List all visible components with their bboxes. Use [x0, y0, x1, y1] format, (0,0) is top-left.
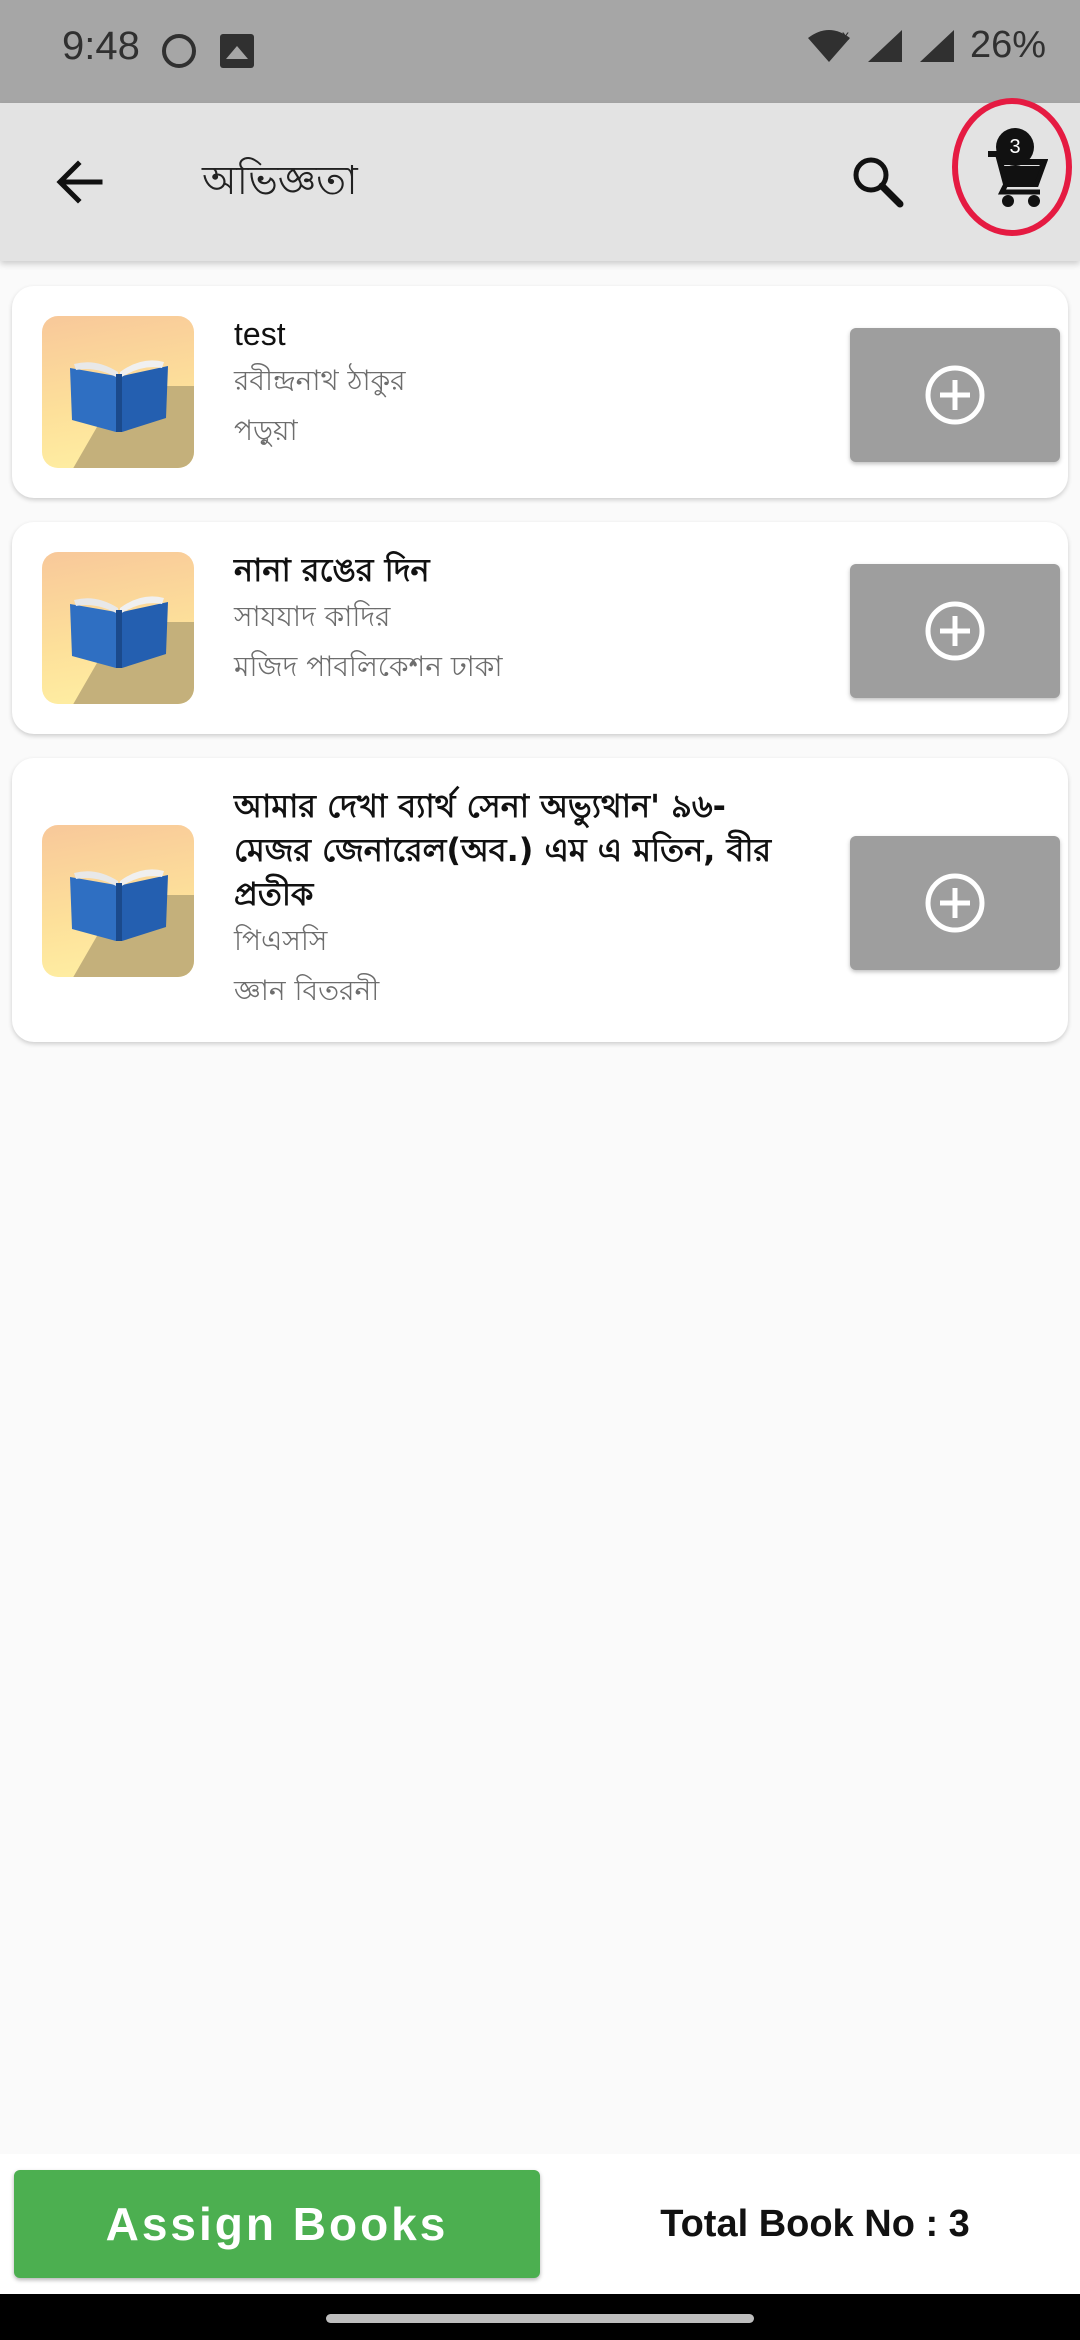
book-info: আমার দেখা ব্যার্থ সেনা অভ্যুথান' ৯৬- মেজ… [234, 784, 808, 1016]
assign-books-button[interactable]: Assign Books [14, 2170, 540, 2278]
cart-count-badge: 3 [996, 128, 1034, 166]
book-author: রবীন্দ্রনাথ ঠাকুর [234, 364, 406, 397]
svg-text:x: x [842, 28, 849, 43]
book-publisher: পড়ুয়া [234, 414, 298, 447]
signal-icon-2 [919, 29, 954, 62]
add-book-button[interactable] [850, 836, 1060, 970]
open-book-icon [70, 596, 168, 668]
open-book-icon [70, 869, 168, 941]
battery-level: 26% [969, 24, 1046, 66]
app-bar: অভিজ্ঞতা 3 [0, 98, 1080, 261]
add-book-button[interactable] [850, 328, 1060, 462]
book-title: আমার দেখা ব্যার্থ সেনা অভ্যুথান' ৯৬- মেজ… [234, 787, 772, 913]
page-title: অভিজ্ঞতা [202, 158, 358, 204]
book-info: নানা রঙের দিন সাযযাদ কাদির মজিদ পাবলিকেশ… [234, 548, 808, 692]
signal-icon [867, 29, 902, 62]
total-book-count: Total Book No : 3 [660, 2203, 970, 2245]
book-title: test [234, 316, 286, 352]
book-author: সাযযাদ কাদির [234, 600, 391, 633]
system-nav-bar [0, 2294, 1080, 2340]
status-time: 9:48 [62, 24, 140, 68]
open-book-icon [70, 360, 168, 432]
search-button[interactable] [842, 141, 912, 221]
book-publisher: মজিদ পাবলিকেশন ঢাকা [234, 650, 503, 683]
book-card[interactable]: আমার দেখা ব্যার্থ সেনা অভ্যুথান' ৯৬- মেজ… [12, 758, 1068, 1042]
book-card[interactable]: নানা রঙের দিন সাযযাদ কাদির মজিদ পাবলিকেশ… [12, 522, 1068, 734]
sync-icon [162, 34, 196, 68]
add-circle-icon [925, 873, 985, 933]
status-bar: 9:48 x 26% [0, 0, 1080, 103]
book-list: test রবীন্দ্রনাথ ঠাকুর পড়ুয়া নানা রঙের… [12, 286, 1068, 1066]
search-icon [853, 157, 904, 208]
book-cover [42, 316, 194, 468]
arrow-left-icon [56, 160, 103, 204]
wifi-icon: x [807, 28, 850, 62]
home-gesture-handle[interactable] [326, 2314, 754, 2323]
book-publisher: জ্ঞান বিতরনী [234, 974, 380, 1007]
book-cover [42, 825, 194, 977]
book-title: নানা রঙের দিন [234, 551, 430, 589]
add-book-button[interactable] [850, 564, 1060, 698]
cart-button[interactable]: 3 [952, 98, 1072, 236]
book-cover [42, 552, 194, 704]
bottom-bar: Assign Books Total Book No : 3 [0, 2154, 1080, 2294]
book-author: পিএসসি [234, 924, 328, 957]
add-circle-icon [925, 365, 985, 425]
back-button[interactable] [40, 139, 118, 225]
add-circle-icon [925, 601, 985, 661]
book-card[interactable]: test রবীন্দ্রনাথ ঠাকুর পড়ুয়া [12, 286, 1068, 498]
book-info: test রবীন্দ্রনাথ ঠাকুর পড়ুয়া [234, 312, 808, 456]
status-right-group: x 26% [806, 24, 1046, 67]
photo-icon [220, 34, 254, 68]
